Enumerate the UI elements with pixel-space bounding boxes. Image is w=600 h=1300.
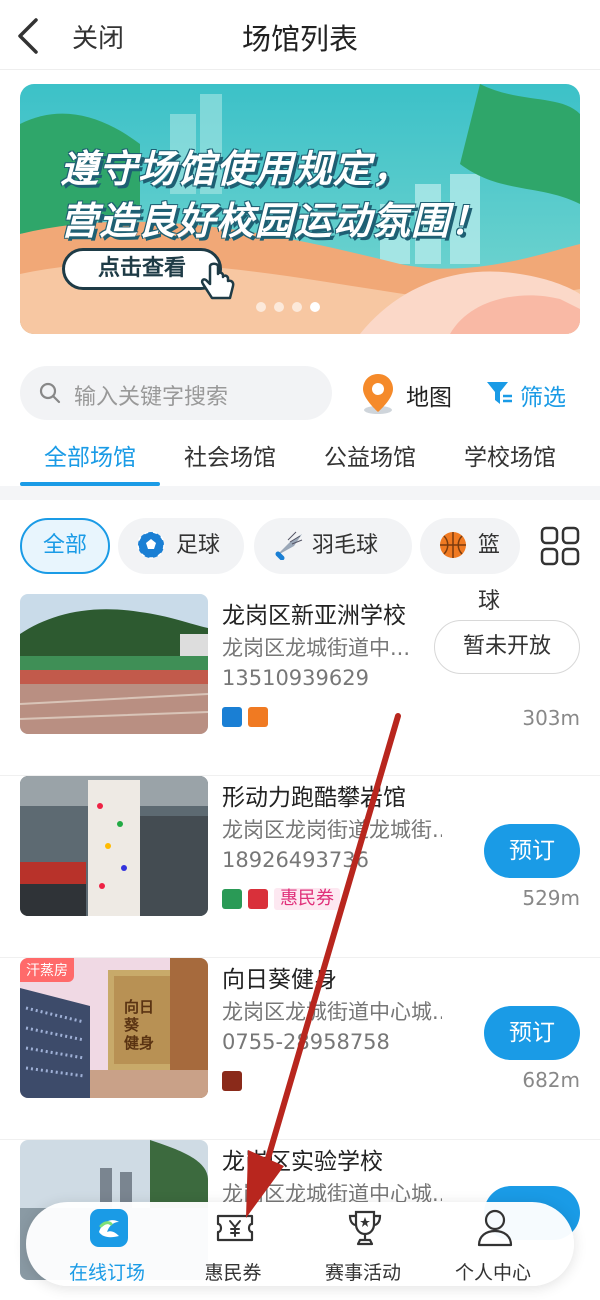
image-tag-label: 汗蒸房 (20, 958, 74, 982)
chip-badminton[interactable]: 羽毛球 (254, 518, 412, 574)
basketball-tag-icon (248, 706, 268, 727)
basketball-icon (440, 532, 466, 558)
filter-icon (487, 382, 512, 404)
not-open-button[interactable]: 暂未开放 (434, 620, 580, 674)
venue-name: 向日葵健身 (222, 967, 337, 993)
nav-events[interactable]: 赛事活动 (308, 1208, 418, 1284)
venue-card[interactable]: 汗蒸房 向日葵 健身 向日葵健身 龙岗区龙城街道中心城... 0755-2895… (0, 958, 600, 1140)
banner-headline-1: 遵守场馆使用规定， (60, 147, 412, 191)
venue-booking-icon (90, 1209, 128, 1247)
venue-sport-tags: 惠民券 (222, 888, 340, 910)
tab-all-venues[interactable]: 全部场馆 (44, 438, 136, 472)
book-button[interactable]: 预订 (484, 824, 580, 878)
promo-banner[interactable]: 遵守场馆使用规定， 营造良好校园运动氛围！ 点击查看 (20, 84, 580, 334)
book-button[interactable]: 预订 (484, 1006, 580, 1060)
venue-distance: 682m (522, 1068, 580, 1092)
tab-public-venues[interactable]: 公益场馆 (324, 438, 416, 472)
venue-photo (20, 776, 208, 916)
venue-card[interactable]: 形动力跑酷攀岩馆 龙岗区龙岗街道龙城街... 18926493736 惠民券 预… (0, 776, 600, 958)
venue-photo (20, 594, 208, 734)
venue-name: 龙岗区新亚洲学校 (222, 603, 406, 629)
trophy-icon (348, 1210, 382, 1246)
header-bar: 关闭 场馆列表 (0, 0, 600, 70)
venue-card[interactable]: 龙岗区新亚洲学校 龙岗区龙城街道中... 13510939629 暂未开放 30… (0, 594, 600, 776)
venue-sport-tags (222, 706, 274, 728)
filter-button[interactable]: 筛选 (484, 370, 580, 418)
chip-soccer[interactable]: 足球 (118, 518, 244, 574)
map-pin-icon (363, 374, 393, 414)
venue-distance: 529m (522, 886, 580, 910)
carousel-dots (256, 302, 320, 312)
venue-sport-tags (222, 1070, 248, 1092)
tab-social-venues[interactable]: 社会场馆 (184, 438, 276, 472)
venue-name: 龙岗区实验学校 (222, 1149, 383, 1175)
badminton-icon (275, 531, 303, 560)
venue-phone[interactable]: 0755-28958758 (222, 1030, 390, 1054)
venue-address: 龙岗区龙岗街道龙城街... (222, 818, 442, 842)
bottom-navigation: 在线订场 惠民券 赛事活动 个人中心 (26, 1202, 574, 1286)
venue-category-tabs: 全部场馆 社会场馆 公益场馆 学校场馆 (0, 430, 600, 486)
map-label: 地图 (406, 385, 452, 411)
page-title: 场馆列表 (241, 22, 358, 56)
carousel-dot-active[interactable] (310, 302, 320, 312)
nav-online-booking-label: 在线订场 (68, 1262, 145, 1284)
nav-coupon-label: 惠民券 (204, 1262, 262, 1284)
carousel-dot[interactable] (274, 302, 284, 312)
nav-coupon[interactable]: 惠民券 (178, 1208, 288, 1284)
chip-badminton-label: 羽毛球 (312, 533, 379, 558)
sign-text: 向日葵 健身 (124, 998, 155, 1052)
grid-menu-icon[interactable] (540, 526, 580, 566)
tab-school-venues[interactable]: 学校场馆 (464, 438, 556, 472)
nav-online-booking[interactable]: 在线订场 (52, 1208, 162, 1284)
chip-all-label: 全部 (42, 533, 87, 558)
chip-basketball[interactable]: 篮球 (420, 518, 520, 614)
venue-phone[interactable]: 13510939629 (222, 666, 369, 690)
section-divider (0, 486, 600, 500)
venue-name: 形动力跑酷攀岩馆 (222, 785, 406, 811)
nav-events-label: 赛事活动 (324, 1262, 401, 1284)
nav-profile[interactable]: 个人中心 (438, 1208, 548, 1284)
venue-address: 龙岗区龙城街道中... (222, 636, 411, 660)
coupon-badge: 惠民券 (274, 888, 340, 910)
sport-filter-chips: 全部 足球 羽毛球 篮球 (0, 518, 600, 614)
venue-distance: 303m (522, 706, 580, 730)
pointer-hand-icon (200, 262, 235, 300)
parkour-tag-icon (248, 889, 268, 909)
venue-address: 龙岗区龙城街道中心城... (222, 1000, 442, 1024)
venue-phone[interactable]: 18926493736 (222, 848, 369, 872)
chip-all[interactable]: 全部 (20, 518, 110, 574)
map-button[interactable]: 地图 (356, 370, 466, 418)
filter-label: 筛选 (520, 385, 566, 411)
search-box[interactable]: 输入关键字搜索 (20, 366, 332, 420)
carousel-dot[interactable] (292, 302, 302, 312)
user-icon (477, 1209, 513, 1247)
soccer-icon (137, 531, 165, 559)
chip-soccer-label: 足球 (176, 533, 221, 558)
banner-headline-2: 营造良好校园运动氛围！ (60, 199, 490, 243)
carousel-dot[interactable] (256, 302, 266, 312)
climbing-tag-icon (222, 889, 242, 909)
search-input[interactable]: 输入关键字搜索 (74, 379, 228, 411)
nav-profile-label: 个人中心 (454, 1262, 531, 1284)
search-icon (39, 382, 61, 404)
venue-photo: 汗蒸房 向日葵 健身 (20, 958, 208, 1098)
soccer-tag-icon (222, 706, 242, 727)
coupon-icon (216, 1214, 254, 1242)
fitness-tag-icon (222, 1070, 242, 1091)
